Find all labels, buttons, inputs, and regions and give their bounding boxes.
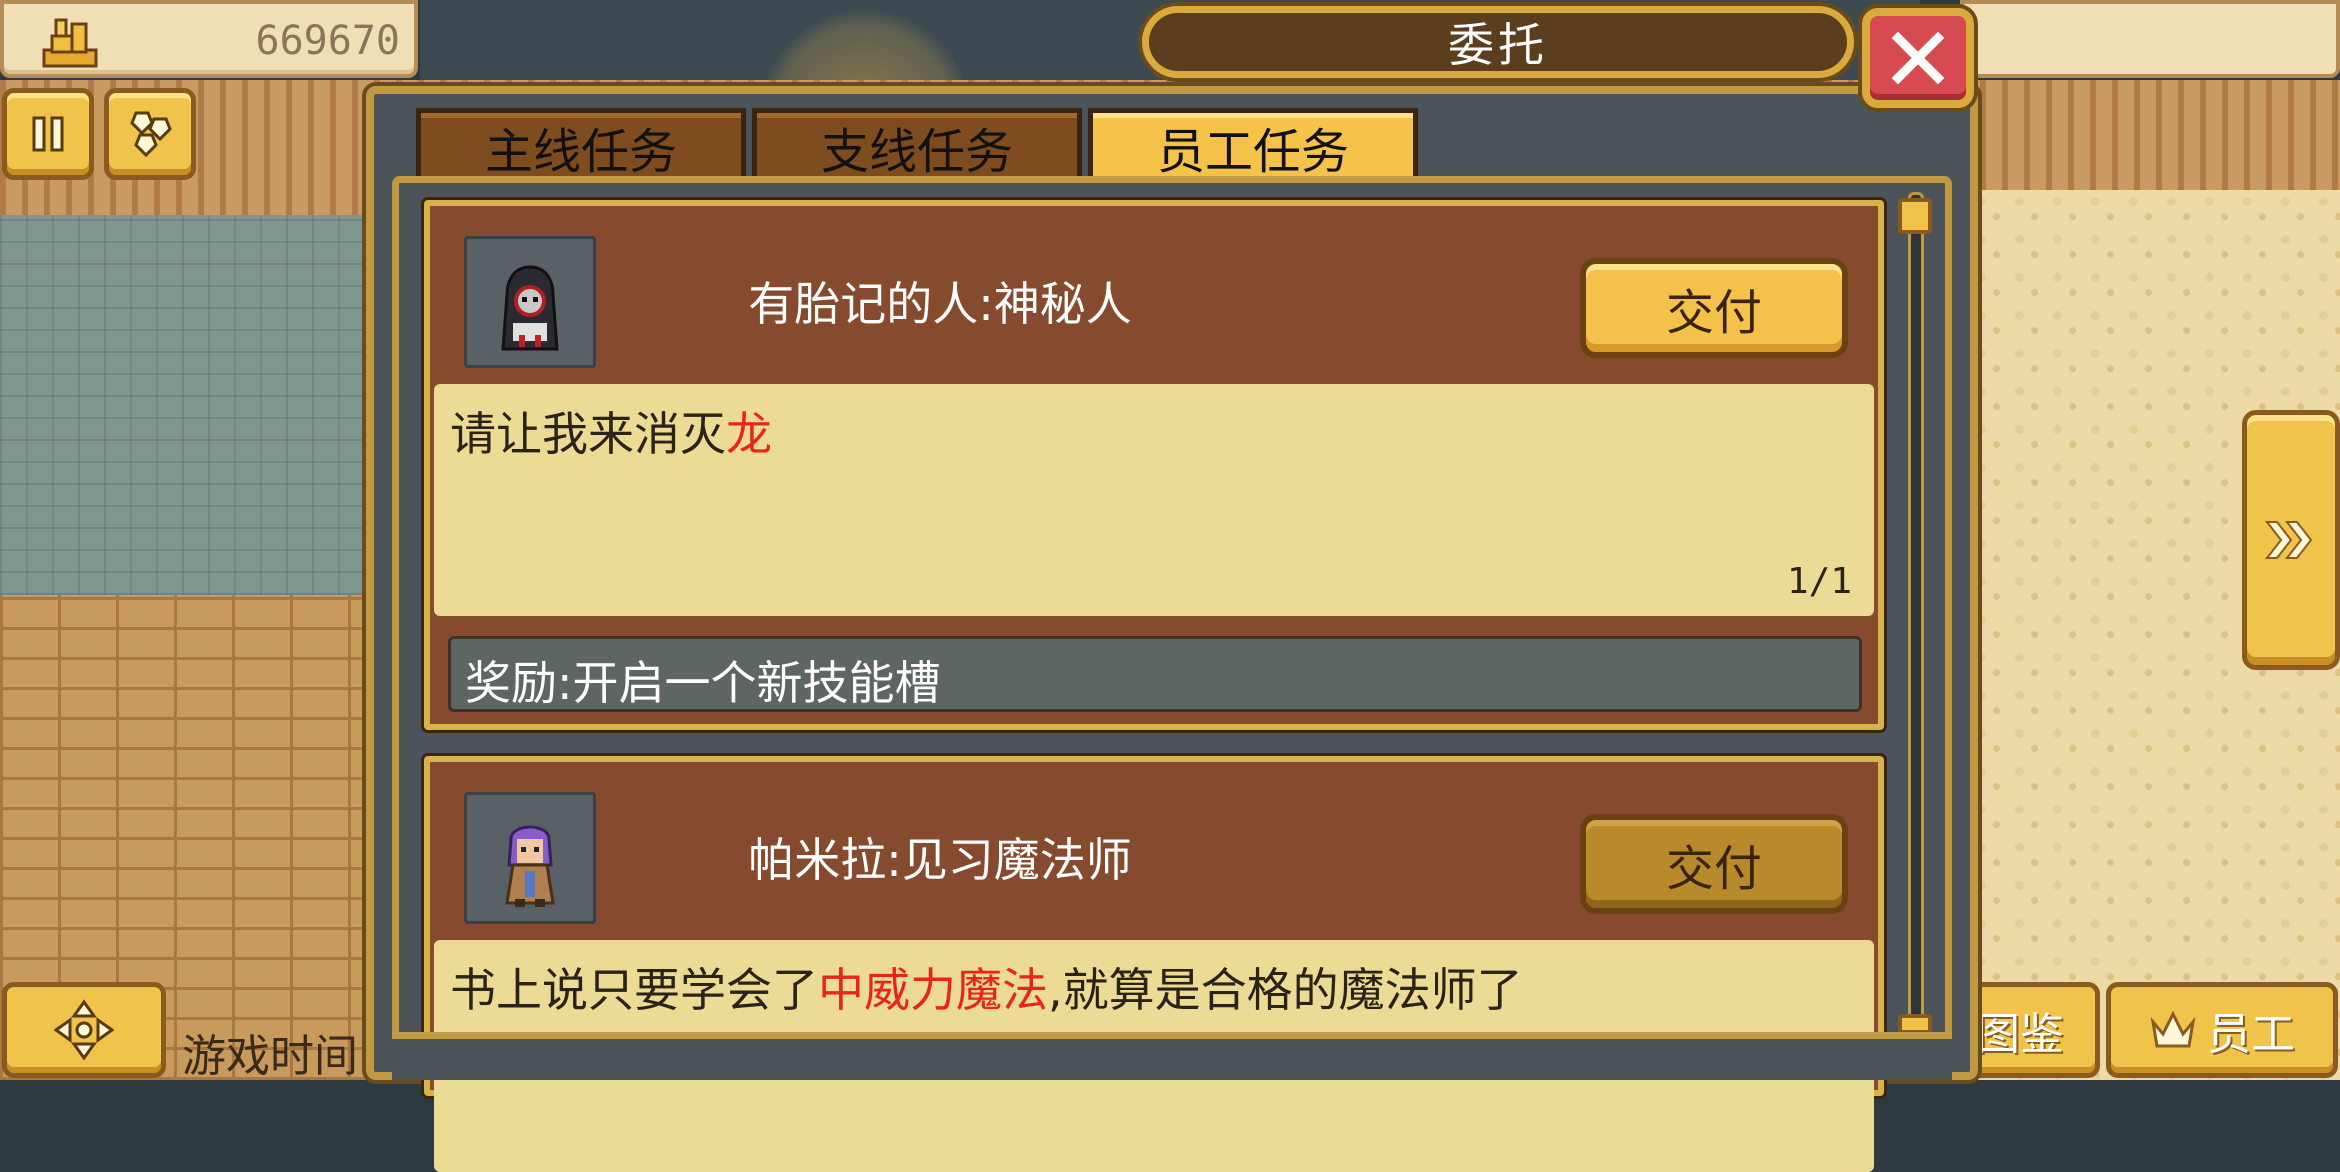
scrollbar-thumb[interactable] <box>1898 198 1932 234</box>
crown-icon <box>2150 1010 2196 1048</box>
deliver-button-label: 交付 <box>1665 285 1762 341</box>
gold-amount: 669670 <box>255 18 401 64</box>
close-button[interactable] <box>1862 8 1974 108</box>
tab-main-quests[interactable]: 主线任务 <box>416 108 746 180</box>
quest-giver-portrait <box>464 236 596 368</box>
quest-progress: 1/1 <box>1786 561 1852 602</box>
tab-side-quests[interactable]: 支线任务 <box>752 108 1082 180</box>
staff-label: 员工 <box>2207 1009 2295 1060</box>
stone-floor <box>0 215 375 595</box>
desc-prefix: 书上说只要学会了 <box>450 963 818 1017</box>
dialog-title: 委托 <box>1142 6 1854 78</box>
tab-staff-quests[interactable]: 员工任务 <box>1088 108 1418 180</box>
next-page-button[interactable] <box>2242 410 2340 670</box>
tab-staff-quests-label: 员工任务 <box>1156 123 1349 180</box>
game-time-label: 游戏时间 <box>182 1031 358 1082</box>
scrollbar-end-cap <box>1898 1014 1932 1034</box>
dpad-icon <box>53 999 115 1061</box>
gems-button[interactable] <box>104 88 196 180</box>
panel-bottom-edge <box>392 1032 1952 1080</box>
desc-highlight: 龙 <box>726 407 772 461</box>
staff-button[interactable]: 员工 <box>2106 982 2338 1078</box>
top-right-bar <box>1960 0 2340 78</box>
gems-icon <box>130 111 172 158</box>
chevron-right-icon <box>2264 521 2313 559</box>
deliver-button[interactable]: 交付 <box>1580 814 1848 914</box>
hooded-figure-icon <box>501 265 559 351</box>
pause-icon <box>32 116 64 152</box>
quest-giver-portrait <box>464 792 596 924</box>
tab-main-quests-label: 主线任务 <box>484 123 677 180</box>
tab-side-quests-label: 支线任务 <box>820 123 1013 180</box>
reward-text: 奖励:开启一个新技能槽 <box>465 656 941 710</box>
codex-label: 图鉴 <box>1976 1009 2064 1060</box>
gold-counter: 669670 <box>0 0 418 78</box>
quest-title: 有胎记的人:神秘人 <box>748 277 1132 331</box>
deliver-button-label: 交付 <box>1665 841 1762 897</box>
scrollbar-track[interactable] <box>1908 192 1924 1030</box>
quest-card: 有胎记的人:神秘人 交付 请让我来消灭龙 1/1 奖励:开启一个新技能槽 <box>424 200 1884 730</box>
gold-stack-icon <box>42 18 98 68</box>
quest-description-box: 请让我来消灭龙 1/1 <box>434 384 1874 616</box>
quest-title: 帕米拉:见习魔法师 <box>748 833 1132 887</box>
mage-girl-icon <box>505 825 555 907</box>
dialog-title-text: 委托 <box>1448 18 1548 72</box>
move-button[interactable] <box>2 982 166 1078</box>
close-x-icon <box>1891 31 1945 85</box>
reward-box: 奖励:开启一个新技能槽 <box>448 636 1862 712</box>
desc-highlight: 中威力魔法 <box>818 963 1048 1017</box>
pause-button[interactable] <box>2 88 94 180</box>
desc-prefix: 请让我来消灭 <box>450 407 726 461</box>
quest-description: 请让我来消灭龙 <box>450 398 772 464</box>
desc-suffix: ,就算是合格的魔法师了 <box>1048 963 1523 1017</box>
deliver-button[interactable]: 交付 <box>1580 258 1848 358</box>
quest-description: 书上说只要学会了中威力魔法,就算是合格的魔法师了 <box>450 954 1523 1020</box>
